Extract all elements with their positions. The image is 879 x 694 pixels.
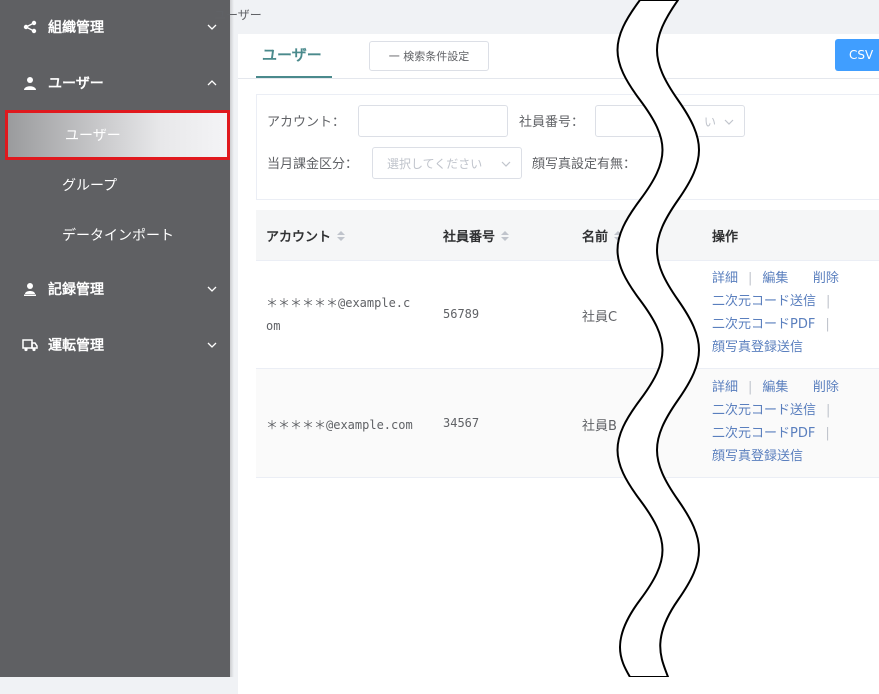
sidebar-item-group[interactable]: グループ [0,172,230,198]
chevron-down-icon [207,24,217,30]
sidebar: 組織管理 ユーザー ユーザー グループ データインポート 記録管理 運転管理 [0,0,234,677]
qr-pdf-link[interactable]: 二次元コードPDF [712,317,815,332]
chevron-down-icon [724,119,734,125]
search-condition-button[interactable]: 一 検索条件設定 [369,41,489,71]
employee-no-cell: 34567 [443,416,480,430]
edit-link[interactable]: 編集 [762,380,788,395]
face-send-link[interactable]: 顔写真登録送信 [712,449,803,464]
qr-send-link[interactable]: 二次元コード送信 [712,403,816,418]
chevron-up-icon [207,80,217,86]
sidebar-item-data-import[interactable]: データインポート [0,222,230,248]
sort-icon[interactable] [337,230,346,241]
truck-icon [22,337,38,353]
row-actions: 詳細|編集|削除 二次元コード送信| 二次元コードPDF| 顔写真登録送信 [712,380,839,464]
table-row: ＊＊＊＊＊@example.com 34567 社員B 詳細|編集|削除 二次元… [256,369,879,478]
detail-link[interactable]: 詳細 [712,271,738,286]
account-input[interactable] [358,105,508,137]
account-cell: ＊＊＊＊＊@example.com [266,418,413,432]
delete-link[interactable]: 削除 [813,271,839,286]
account-label: アカウント： [267,115,346,130]
menu-org-management[interactable]: 組織管理 [0,14,230,40]
menu-user[interactable]: ユーザー [0,70,230,96]
billing-placeholder: 選択してください [387,156,483,171]
wavy-cut-divider [616,0,700,677]
share-icon [22,19,38,35]
col-label: アカウント [266,230,332,245]
sidebar-item-label: グループ [62,178,118,194]
col-account[interactable]: アカウント [266,226,346,245]
face-send-link[interactable]: 顔写真登録送信 [712,340,803,355]
row-actions: 詳細|編集|削除 二次元コード送信| 二次元コードPDF| 顔写真登録送信 [712,271,839,355]
sidebar-item-label: ユーザー [65,128,121,144]
qr-send-link[interactable]: 二次元コード送信 [712,294,816,309]
billing-select[interactable]: 選択してください [372,147,522,179]
sort-icon[interactable] [501,230,510,241]
tab-divider [238,78,879,79]
chevron-down-icon [501,161,511,167]
qr-pdf-link[interactable]: 二次元コードPDF [712,426,815,441]
menu-label: 記録管理 [48,282,104,298]
menu-record-management[interactable]: 記録管理 [0,276,230,302]
chevron-down-icon [207,286,217,292]
col-actions: 操作 [712,230,739,245]
detail-link[interactable]: 詳細 [712,380,738,395]
filter-panel: アカウント： 社員番号： い 当月課金区分： 選択してください 顔写真設定有無： [256,94,879,200]
menu-driving-management[interactable]: 運転管理 [0,332,230,358]
chevron-down-icon [207,342,217,348]
menu-label: 組織管理 [48,20,104,36]
user-icon [22,75,38,91]
tab-user[interactable]: ユーザー [262,44,322,65]
employee-no-label: 社員番号： [519,115,585,130]
account-text-wrap: om [266,319,281,333]
table-header: アカウント 社員番号 名前 操作 [256,210,879,261]
col-label: 社員番号 [443,230,496,245]
user-record-icon [22,281,38,297]
account-cell: ＊＊＊＊＊＊@example.c om [266,292,410,338]
delete-link[interactable]: 削除 [813,380,839,395]
csv-button[interactable]: CSV [835,39,879,71]
employee-no-cell: 56789 [443,307,480,321]
breadcrumb: ユーザー [214,8,262,22]
col-employee-no[interactable]: 社員番号 [443,226,510,245]
main-card: ユーザー 一 検索条件設定 CSV アカウント： 社員番号： い 当月課金区分：… [238,34,879,694]
menu-label: ユーザー [48,76,104,92]
account-text: ＊＊＊＊＊＊@example.c [266,296,411,310]
menu-label: 運転管理 [48,338,104,354]
edit-link[interactable]: 編集 [762,271,788,286]
billing-label: 当月課金区分： [267,157,359,172]
sidebar-item-label: データインポート [62,228,174,244]
table-row: ＊＊＊＊＊＊@example.c om 56789 社員C 詳細|編集|削除 二… [256,260,879,369]
sidebar-item-user[interactable]: ユーザー [5,110,230,160]
